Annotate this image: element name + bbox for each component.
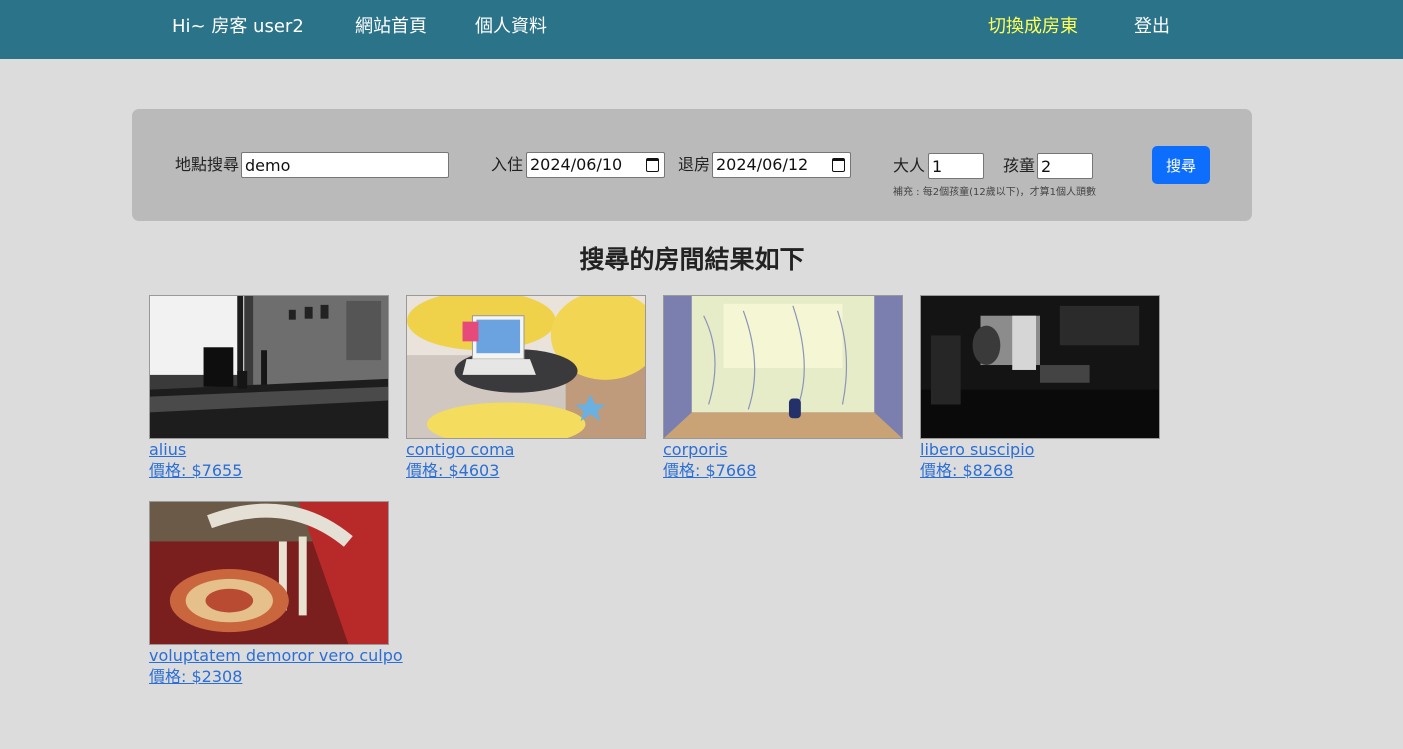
results-title: 搜尋的房間結果如下 [579, 245, 805, 274]
adults-label: 大人 [893, 156, 926, 175]
top-navbar: Hi~ 房客 user2 網站首頁 個人資料 切換成房東 登出 [0, 0, 1403, 59]
room-name-link[interactable]: voluptatem demoror vero culpo [149, 645, 403, 666]
room-photo[interactable] [406, 295, 646, 439]
room-card: voluptatem demoror vero culpo 價格: $2308 [149, 501, 403, 687]
checkout-date-value: 2024/06/12 [716, 155, 809, 174]
calendar-icon[interactable] [832, 158, 845, 172]
room-name-link[interactable]: libero suscipio [920, 439, 1160, 460]
calendar-icon[interactable] [646, 158, 659, 172]
checkin-date-input[interactable]: 2024/06/10 [526, 152, 665, 178]
adults-input[interactable] [928, 153, 984, 179]
room-photo[interactable] [663, 295, 903, 439]
search-button[interactable]: 搜尋 [1152, 146, 1210, 184]
checkin-date-value: 2024/06/10 [530, 155, 623, 174]
nav-home-link[interactable]: 網站首頁 [355, 15, 427, 39]
room-name-link[interactable]: alius [149, 439, 389, 460]
user-greeting: Hi~ 房客 user2 [172, 16, 304, 37]
room-price-link[interactable]: 價格: $4603 [406, 460, 646, 481]
room-photo[interactable] [920, 295, 1160, 439]
switch-to-host-link[interactable]: 切換成房東 [988, 15, 1078, 39]
room-price-link[interactable]: 價格: $7655 [149, 460, 389, 481]
location-search-input[interactable] [241, 152, 449, 178]
room-card: libero suscipio 價格: $8268 [920, 295, 1160, 481]
checkin-label: 入住 [491, 155, 524, 174]
room-price-link[interactable]: 價格: $8268 [920, 460, 1160, 481]
location-label: 地點搜尋 [175, 155, 240, 174]
room-photo[interactable] [149, 501, 389, 645]
nav-profile-link[interactable]: 個人資料 [475, 15, 547, 39]
children-hint: 補充 : 每2個孩童(12歲以下)，才算1個人頭數 [893, 187, 1096, 198]
checkout-label: 退房 [678, 155, 711, 174]
room-price-link[interactable]: 價格: $7668 [663, 460, 903, 481]
room-price-link[interactable]: 價格: $2308 [149, 666, 389, 687]
children-input[interactable] [1037, 153, 1093, 179]
room-name-link[interactable]: corporis [663, 439, 903, 460]
room-card: alius 價格: $7655 [149, 295, 389, 481]
logout-link[interactable]: 登出 [1134, 15, 1170, 39]
room-photo[interactable] [149, 295, 389, 439]
children-label: 孩童 [1003, 156, 1036, 175]
room-name-link[interactable]: contigo coma [406, 439, 646, 460]
room-card: contigo coma 價格: $4603 [406, 295, 646, 481]
checkout-date-input[interactable]: 2024/06/12 [712, 152, 851, 178]
room-card: corporis 價格: $7668 [663, 295, 903, 481]
